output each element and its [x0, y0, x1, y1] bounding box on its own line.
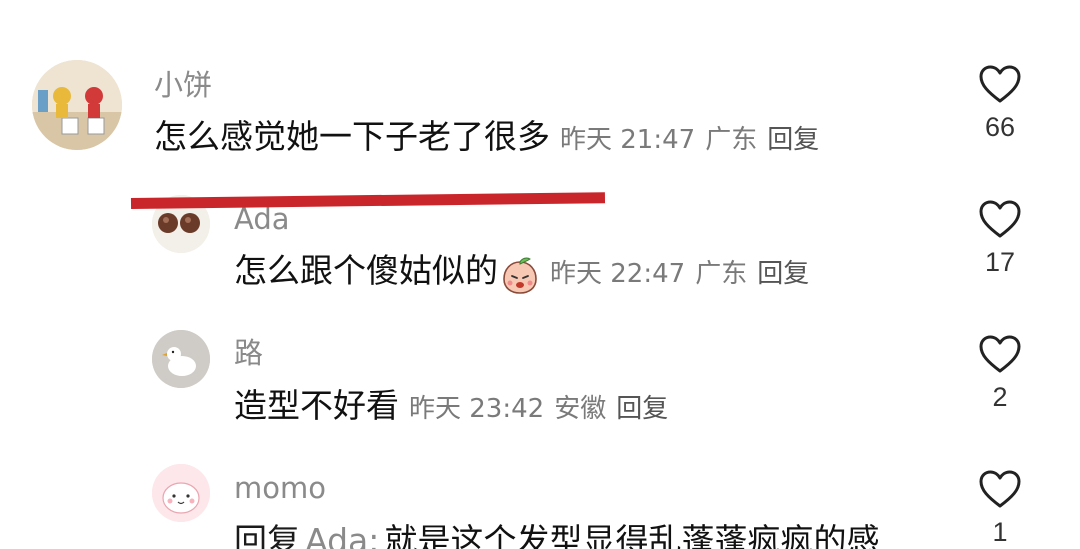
heart-icon	[979, 335, 1021, 373]
comment-body: 造型不好看 昨天 23:42 安徽 回复	[234, 389, 678, 422]
reply-prefix: 回复	[234, 521, 300, 549]
like-count: 66	[984, 112, 1016, 142]
peach-emoji-icon	[500, 256, 540, 299]
comment-time: 昨天 22:47	[550, 259, 686, 289]
comment-list: 小饼 怎么感觉她一下子老了很多 昨天 21:47 广东 回复 66 Ada 怎么跟个傻…	[0, 0, 1080, 549]
comment-body: 怎么感觉她一下子老了很多 昨天 21:47 广东 回复	[154, 120, 829, 153]
like-count: 1	[992, 517, 1008, 547]
avatar[interactable]	[152, 330, 210, 388]
comment-time: 昨天 23:42	[409, 394, 545, 424]
username[interactable]: 路	[234, 339, 263, 368]
comment-location: 安徽	[554, 394, 607, 424]
comment-text: 怎么跟个傻姑似的	[234, 251, 498, 290]
annotation-underline	[130, 192, 606, 209]
username[interactable]: 小饼	[154, 71, 212, 100]
comment-meta: 昨天 23:42 安徽 回复	[409, 394, 678, 424]
username[interactable]: momo	[234, 474, 326, 503]
like-button[interactable]: 66	[968, 64, 1032, 141]
like-button[interactable]: 17	[968, 199, 1032, 276]
comment-time: 昨天 21:47	[560, 125, 696, 155]
like-button[interactable]: 1	[968, 469, 1032, 546]
heart-icon	[979, 200, 1021, 238]
reply-button[interactable]: 回复	[757, 259, 809, 289]
comment-text: 怎么感觉她一下子老了很多	[154, 117, 550, 156]
comment-body: 怎么跟个傻姑似的 昨天 22:47 广东 回复	[234, 254, 819, 299]
like-count: 2	[992, 382, 1008, 412]
comment-meta: 昨天 22:47 广东 回复	[550, 259, 819, 289]
comment-text: 就是这个发型显得乱蓬蓬疯疯的感	[384, 521, 880, 549]
comment-meta: 昨天 21:47 广东 回复	[560, 125, 829, 155]
heart-icon	[979, 470, 1021, 508]
comment-location: 广东	[695, 259, 748, 289]
reply-target-username[interactable]: Ada:	[305, 521, 379, 549]
heart-icon	[979, 65, 1021, 103]
like-button[interactable]: 2	[968, 334, 1032, 411]
reply-button[interactable]: 回复	[616, 394, 668, 424]
avatar[interactable]	[152, 464, 210, 522]
avatar[interactable]	[32, 60, 122, 150]
comment-text: 造型不好看	[234, 386, 399, 425]
reply-button[interactable]: 回复	[767, 125, 819, 155]
comment-location: 广东	[705, 125, 758, 155]
comment-body: 回复 Ada: 就是这个发型显得乱蓬蓬疯疯的感	[234, 524, 879, 549]
like-count: 17	[984, 247, 1016, 277]
username[interactable]: Ada	[234, 205, 290, 234]
